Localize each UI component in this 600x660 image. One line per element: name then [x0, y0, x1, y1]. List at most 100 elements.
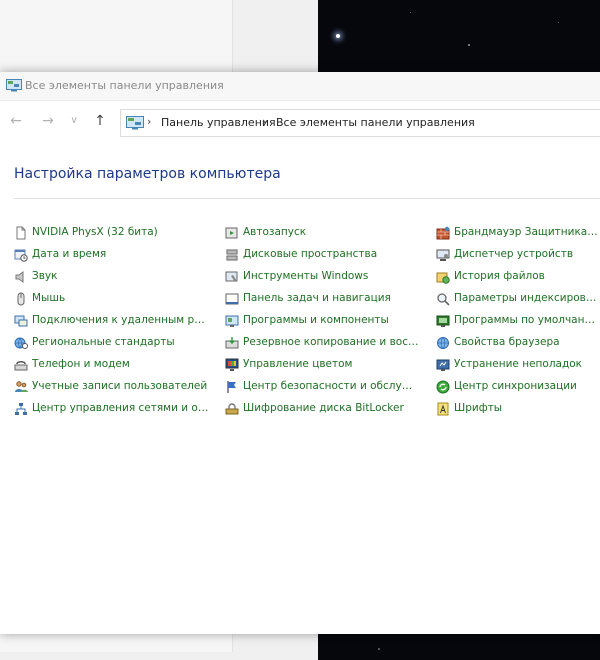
bitlocker-icon	[225, 401, 239, 415]
windows-tools-icon	[225, 269, 239, 283]
firewall-icon	[436, 225, 450, 240]
control-panel-item-label: Учетные записи пользователей	[32, 380, 208, 392]
control-panel-item-label: Программы по умолчанию	[454, 314, 600, 326]
control-panel-item[interactable]: Программы и компоненты	[225, 312, 421, 330]
flag-icon	[225, 379, 239, 393]
control-panel-item-label: Региональные стандарты	[32, 336, 175, 348]
phone-modem-icon	[14, 357, 28, 371]
control-panel-item[interactable]: Панель задач и навигация	[225, 290, 421, 308]
control-panel-item-label: Шифрование диска BitLocker	[243, 402, 404, 414]
control-panel-item[interactable]: Телефон и модем	[14, 356, 210, 374]
control-panel-item-label: Дата и время	[32, 248, 107, 260]
network-icon	[14, 401, 28, 415]
control-panel-item[interactable]: Учетные записи пользователей	[14, 378, 210, 396]
control-panel-item[interactable]: Шрифты	[436, 400, 600, 418]
remote-desktop-icon	[14, 313, 28, 327]
control-panel-item[interactable]: Устранение неполадок	[436, 356, 600, 374]
control-panel-item-label: Дисковые пространства	[243, 248, 378, 260]
control-panel-item-label: Устранение неполадок	[454, 358, 582, 370]
control-panel-item[interactable]: Свойства браузера	[436, 334, 600, 352]
control-panel-item[interactable]: Дата и время	[14, 246, 210, 264]
control-panel-item[interactable]: Шифрование диска BitLocker	[225, 400, 421, 418]
wallpaper-star	[558, 22, 559, 23]
forward-arrow-icon[interactable]: →	[38, 111, 58, 131]
navigation-bar: ← → ∨ ↑ › Панель управления › Все элемен…	[0, 101, 600, 141]
control-panel-item-label: Звук	[32, 270, 58, 282]
control-panel-item[interactable]: Инструменты Windows	[225, 268, 421, 286]
breadcrumb-separator-icon[interactable]: ›	[262, 115, 266, 128]
control-panel-item[interactable]: Центр управления сетями и общи...	[14, 400, 210, 418]
control-panel-item[interactable]: Мышь	[14, 290, 210, 308]
control-panel-item[interactable]: Диспетчер устройств	[436, 246, 600, 264]
address-bar[interactable]: › Панель управления › Все элементы панел…	[120, 109, 600, 137]
default-programs-icon	[436, 313, 450, 327]
control-panel-item[interactable]: Подключения к удаленным рабоч...	[14, 312, 210, 330]
heading-divider	[14, 198, 600, 199]
programs-icon	[225, 313, 239, 327]
control-panel-item-label: Диспетчер устройств	[454, 248, 574, 260]
sync-center-icon	[436, 379, 450, 394]
control-panel-item[interactable]: Программы по умолчанию	[436, 312, 600, 330]
globe-clock-icon	[14, 335, 28, 349]
window-title: Все элементы панели управления	[25, 79, 224, 92]
control-panel-item-label: Инструменты Windows	[243, 270, 369, 282]
control-panel-item-label: Подключения к удаленным рабоч...	[32, 314, 210, 326]
control-panel-item-label: NVIDIA PhysX (32 бита)	[32, 226, 158, 238]
users-icon	[14, 379, 28, 393]
control-panel-item[interactable]: Центр безопасности и обслуживан...	[225, 378, 421, 396]
breadcrumb-control-panel[interactable]: Панель управления	[161, 116, 276, 129]
calendar-clock-icon	[14, 247, 28, 262]
control-panel-item[interactable]: Брандмауэр Защитника Windo	[436, 224, 600, 242]
internet-options-icon	[436, 335, 450, 349]
control-panel-item-label: Автозапуск	[243, 226, 307, 238]
storage-spaces-icon	[225, 247, 239, 261]
control-panel-item[interactable]: Дисковые пространства	[225, 246, 421, 264]
control-panel-item-label: Параметры индексирования	[454, 292, 600, 304]
breadcrumb-separator-icon[interactable]: ›	[147, 115, 151, 128]
control-panel-icon	[6, 79, 22, 92]
breadcrumb-all-items[interactable]: Все элементы панели управления	[276, 116, 475, 129]
control-panel-item-label: Центр безопасности и обслуживан...	[243, 380, 421, 392]
control-panel-item-label: Мышь	[32, 292, 66, 304]
backup-icon	[225, 335, 239, 349]
control-panel-item[interactable]: История файлов	[436, 268, 600, 286]
page-heading: Настройка параметров компьютера	[14, 166, 281, 182]
control-panel-item-label: Шрифты	[454, 402, 503, 414]
wallpaper-star	[468, 44, 470, 46]
speaker-icon	[14, 269, 28, 283]
control-panel-item-label: Брандмауэр Защитника Windo	[454, 226, 600, 238]
file-history-icon	[436, 269, 450, 284]
control-panel-item-label: Телефон и модем	[32, 358, 130, 370]
recent-locations-chevron-icon[interactable]: ∨	[64, 111, 84, 131]
control-panel-item-label: Резервное копирование и восстан...	[243, 336, 421, 348]
control-panel-icon	[126, 116, 144, 130]
control-panel-item[interactable]: Параметры индексирования	[436, 290, 600, 308]
up-arrow-icon[interactable]: ↑	[90, 111, 110, 131]
back-arrow-icon[interactable]: ←	[6, 111, 26, 131]
document-icon	[14, 225, 28, 240]
control-panel-item[interactable]: Автозапуск	[225, 224, 421, 242]
control-panel-item-label: История файлов	[454, 270, 545, 282]
control-panel-item[interactable]: Региональные стандарты	[14, 334, 210, 352]
wallpaper-star	[336, 34, 340, 38]
control-panel-item-label: Свойства браузера	[454, 336, 560, 348]
control-panel-item[interactable]: Управление цветом	[225, 356, 421, 374]
control-panel-window: Все элементы панели управления ← → ∨ ↑ ›…	[0, 72, 600, 634]
control-panel-item-label: Центр синхронизации	[454, 380, 577, 392]
indexing-icon	[436, 291, 450, 306]
wallpaper-star	[410, 12, 411, 13]
control-panel-item-label: Панель задач и навигация	[243, 292, 391, 304]
fonts-icon	[436, 401, 450, 416]
control-panel-item[interactable]: Резервное копирование и восстан...	[225, 334, 421, 352]
control-panel-item[interactable]: NVIDIA PhysX (32 бита)	[14, 224, 210, 242]
mouse-icon	[14, 291, 28, 306]
background-bottom	[0, 634, 600, 660]
control-panel-item[interactable]: Центр синхронизации	[436, 378, 600, 396]
title-bar[interactable]: Все элементы панели управления	[0, 72, 600, 101]
control-panel-item[interactable]: Звук	[14, 268, 210, 286]
taskbar-icon	[225, 291, 239, 305]
device-manager-icon	[436, 247, 450, 261]
control-panel-item-label: Управление цветом	[243, 358, 353, 370]
autoplay-icon	[225, 225, 239, 239]
troubleshooting-icon	[436, 357, 450, 371]
